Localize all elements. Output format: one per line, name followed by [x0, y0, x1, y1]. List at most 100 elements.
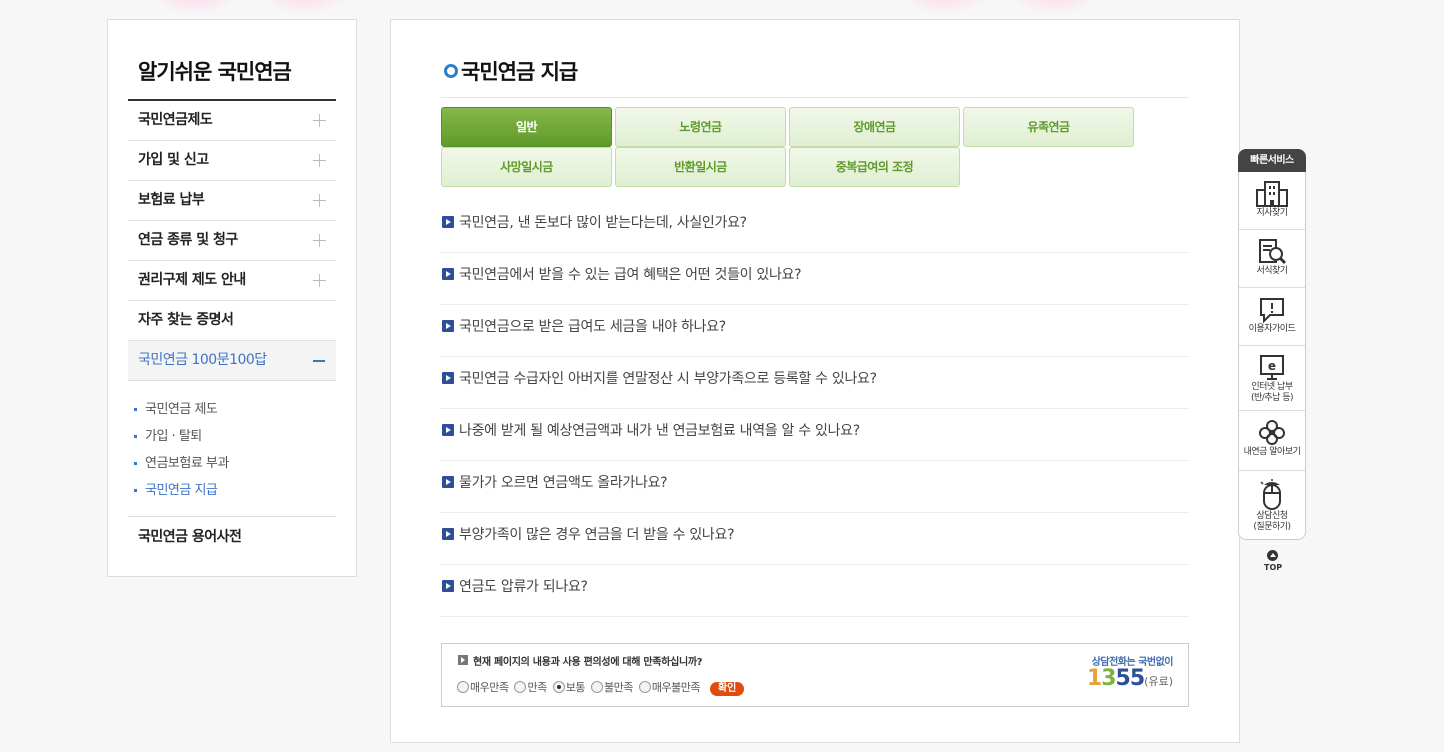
satisfaction-survey: 현재 페이지의 내용과 사용 편의성에 대해 만족하십니까? 매우만족 만족 보통 불…	[441, 643, 1189, 707]
expand-icon	[313, 114, 326, 127]
sidebar-item-label: 자주 찾는 증명서	[138, 312, 234, 328]
radio-button[interactable]	[457, 681, 469, 693]
call-digit: 1	[1086, 666, 1102, 691]
question-item[interactable]: 국민연금에서 받을 수 있는 급여 혜택은 어떤 것들이 있나요?	[441, 253, 1189, 305]
question-item[interactable]: 국민연금 수급자인 아버지를 연말정산 시 부양가족으로 등록할 수 있나요?	[441, 357, 1189, 409]
mouse-icon	[1239, 471, 1305, 511]
collapse-icon	[313, 360, 325, 362]
quick-service-item[interactable]: e 인터넷 납부 (반/추납 등)	[1239, 346, 1305, 411]
submenu-item[interactable]: 국민연금 지급	[134, 477, 229, 504]
submenu-item[interactable]: 가입 · 탈퇴	[134, 423, 229, 450]
radio-button[interactable]	[552, 681, 565, 693]
speech-bubble-icon	[1239, 288, 1305, 324]
survey-option-label: 불만족	[603, 681, 633, 694]
main-content: 국민연금 지급 일반 노령연금 장애연금 유족연금 사망일시금 반환일시금 중복급여의 조정…	[390, 19, 1240, 743]
expand-icon	[313, 154, 326, 167]
top-label: TOP	[1264, 563, 1283, 572]
survey-question: 현재 페이지의 내용과 사용 편의성에 대해 만족하십니까?	[473, 657, 703, 668]
expand-icon	[313, 234, 326, 247]
tab-item[interactable]: 반환일시금	[615, 147, 786, 187]
quick-service-item[interactable]: 지사찾기	[1239, 172, 1305, 230]
survey-option[interactable]: 매우불만족	[638, 679, 700, 695]
quick-service-label: 이용자가이드	[1248, 324, 1296, 334]
arrow-icon	[458, 655, 468, 665]
tab-item[interactable]: 일반	[441, 107, 612, 147]
quick-service-item[interactable]: 내연금 알아보기	[1239, 411, 1305, 471]
question-text: 물가가 오르면 연금액도 올라가나요?	[459, 475, 668, 491]
decorative-blossom	[150, 0, 240, 15]
sidebar-item[interactable]: 권리구제 제도 안내	[128, 261, 336, 301]
svg-text:e: e	[1268, 359, 1276, 373]
decorative-blossom	[260, 0, 350, 15]
arrow-icon	[442, 424, 454, 436]
submenu-item[interactable]: 연금보험료 부과	[134, 450, 229, 477]
question-item[interactable]: 나중에 받게 될 예상연금액과 내가 낸 연금보험료 내역을 알 수 있나요?	[441, 409, 1189, 461]
document-search-icon	[1239, 230, 1305, 266]
question-item[interactable]: 국민연금으로 받은 급여도 세금을 내야 하나요?	[441, 305, 1189, 357]
submit-button[interactable]: 확인	[709, 682, 745, 696]
expand-icon	[313, 274, 326, 287]
top-button[interactable]: TOP	[1264, 550, 1283, 572]
expand-icon	[313, 194, 326, 207]
sidebar-item[interactable]: 자주 찾는 증명서	[128, 301, 336, 341]
sidebar-menu: 국민연금제도가입 및 신고 보험료 납부연금 종류 및 청구권리구제 제도 안내자…	[128, 101, 336, 381]
radio-button[interactable]	[638, 681, 651, 693]
question-item[interactable]: 연금도 압류가 되나요?	[441, 565, 1189, 617]
building-icon	[1239, 172, 1305, 208]
sidebar-item[interactable]: 가입 및 신고	[128, 141, 336, 181]
survey-option[interactable]: 만족	[514, 679, 547, 695]
monitor-e-icon: e	[1239, 346, 1305, 382]
quick-service-item[interactable]: 서식찾기	[1239, 230, 1305, 288]
radio-button[interactable]	[590, 681, 603, 693]
sidebar-item-label: 권리구제 제도 안내	[138, 272, 246, 288]
question-item[interactable]: 부양가족이 많은 경우 연금을 더 받을 수 있나요?	[441, 513, 1189, 565]
sidebar-item-label: 연금 종류 및 청구	[138, 232, 238, 248]
submenu-item[interactable]: 국민연금 제도	[134, 396, 229, 423]
arrow-icon	[442, 320, 454, 332]
tab-item[interactable]: 장애연금	[789, 107, 960, 147]
radio-button[interactable]	[514, 681, 527, 693]
clover-icon	[1239, 411, 1305, 447]
survey-option[interactable]: 불만족	[590, 679, 633, 695]
tab-item[interactable]: 중복급여의 조정	[789, 147, 960, 187]
arrow-icon	[442, 476, 454, 488]
survey-option-label: 매우만족	[470, 681, 509, 694]
sidebar-item-label: 국민연금 100문100답	[138, 352, 267, 368]
quick-service-item[interactable]: 상담신청 (질문하기)	[1239, 471, 1305, 538]
call-number: 1355(유료)	[1087, 666, 1173, 691]
question-text: 국민연금 수급자인 아버지를 연말정산 시 부양가족으로 등록할 수 있나요?	[459, 371, 877, 387]
question-item[interactable]: 국민연금, 낸 돈보다 많이 받는다는데, 사실인가요?	[441, 201, 1189, 253]
survey-option[interactable]: 매우만족	[457, 679, 509, 695]
survey-option-label: 보통	[565, 681, 586, 694]
sidebar-item[interactable]: 보험료 납부	[128, 181, 336, 221]
survey-option-label: 만족	[527, 681, 547, 694]
quick-service-item[interactable]: 이용자가이드	[1239, 288, 1305, 346]
question-text: 연금도 압류가 되나요?	[459, 579, 588, 595]
sidebar-item[interactable]: 국민연금제도	[128, 101, 336, 141]
sidebar-item-label: 국민연금제도	[138, 112, 213, 128]
sidebar-title: 알기쉬운 국민연금	[138, 60, 292, 84]
divider	[128, 516, 336, 517]
question-text: 나중에 받게 될 예상연금액과 내가 낸 연금보험료 내역을 알 수 있나요?	[459, 423, 860, 439]
arrow-icon	[442, 580, 454, 592]
call-digit: 5	[1115, 666, 1131, 691]
quick-service-label: 지사찾기	[1256, 208, 1288, 218]
sidebar-item[interactable]: 연금 종류 및 청구	[128, 221, 336, 261]
call-digit: 3	[1101, 666, 1116, 691]
question-item[interactable]: 물가가 오르면 연금액도 올라가나요?	[441, 461, 1189, 513]
question-text: 국민연금에서 받을 수 있는 급여 혜택은 어떤 것들이 있나요?	[459, 267, 802, 283]
tab-item[interactable]: 노령연금	[615, 107, 786, 147]
arrow-icon	[442, 268, 454, 280]
quick-service-title: 빠른서비스	[1238, 149, 1306, 172]
sidebar-item-dictionary[interactable]: 국민연금 용어사전	[138, 526, 242, 546]
tab-item[interactable]: 유족연금	[963, 107, 1134, 147]
sidebar-item[interactable]: 국민연금 100문100답	[128, 341, 336, 381]
survey-option[interactable]: 보통	[552, 679, 586, 695]
arrow-icon	[442, 528, 454, 540]
quick-service-label: 내연금 알아보기	[1243, 447, 1301, 457]
tab-item[interactable]: 사망일시금	[441, 147, 612, 187]
quick-service-label: 상담신청 (질문하기)	[1253, 511, 1291, 532]
survey-options: 매우만족 만족 보통 불만족 매우불만족 확인	[457, 679, 745, 696]
question-text: 국민연금, 낸 돈보다 많이 받는다는데, 사실인가요?	[459, 215, 747, 231]
decorative-blossom	[900, 0, 990, 15]
